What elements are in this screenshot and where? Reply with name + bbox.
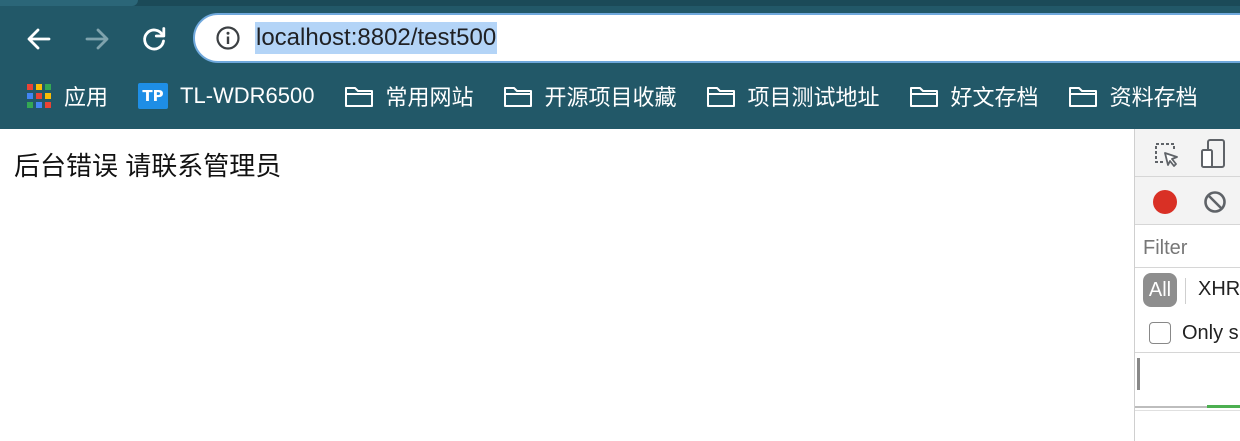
bookmark-label: 开源项目收藏	[544, 85, 677, 110]
arrow-left-icon	[27, 28, 51, 50]
type-filter-xhr[interactable]: XHR	[1198, 278, 1240, 301]
inspect-element-icon[interactable]	[1153, 141, 1179, 167]
folder-icon	[344, 87, 373, 107]
forward-button[interactable]	[80, 22, 114, 56]
folder-icon	[909, 87, 938, 107]
device-toolbar-icon[interactable]	[1199, 138, 1227, 170]
reload-icon	[143, 27, 166, 51]
bookmarks-bar: 应用 TP TL-WDR6500 常用网站 开源项目收藏 项目测试地址 好文存档…	[0, 74, 1198, 118]
bookmark-label: 常用网站	[385, 85, 474, 110]
overview-marker	[1137, 358, 1140, 390]
overview-timeline-bar	[1207, 405, 1240, 408]
bookmark-tl-wdr6500[interactable]: TP TL-WDR6500	[138, 74, 315, 118]
bookmark-label: 应用	[64, 85, 109, 110]
bookmark-folder-materials[interactable]: 资料存档	[1068, 74, 1198, 118]
bookmark-folder-common-sites[interactable]: 常用网站	[344, 74, 474, 118]
only-checkbox[interactable]	[1149, 322, 1171, 344]
bookmark-folder-open-source[interactable]: 开源项目收藏	[503, 74, 677, 118]
bookmark-label: 好文存档	[950, 85, 1039, 110]
network-overview	[1135, 353, 1240, 441]
bookmark-folder-test-urls[interactable]: 项目测试地址	[706, 74, 880, 118]
bookmark-label: TL-WDR6500	[180, 83, 315, 108]
reload-button[interactable]	[137, 22, 171, 56]
active-tab[interactable]	[0, 0, 138, 6]
bookmark-label: 资料存档	[1109, 85, 1198, 110]
only-label: Only s	[1182, 322, 1239, 344]
bookmark-label: 项目测试地址	[747, 85, 880, 110]
record-button[interactable]	[1153, 190, 1177, 214]
clear-icon[interactable]	[1203, 190, 1227, 214]
type-separator	[1185, 278, 1186, 304]
folder-icon	[503, 87, 532, 107]
type-filter-all[interactable]: All	[1143, 273, 1177, 307]
address-bar[interactable]: localhost:8802/test500	[193, 13, 1240, 63]
folder-icon	[1068, 87, 1097, 107]
tp-link-logo: TP	[138, 83, 169, 109]
bookmark-folder-articles[interactable]: 好文存档	[909, 74, 1039, 118]
filter-input[interactable]	[1143, 233, 1240, 263]
overview-timeline-bar	[1135, 406, 1207, 408]
arrow-right-icon	[85, 28, 109, 50]
url-text[interactable]: localhost:8802/test500	[255, 22, 498, 54]
divider	[1135, 410, 1240, 411]
browser-chrome: localhost:8802/test500 应用 TP TL-WDR6500 …	[0, 0, 1240, 129]
apps-grid-icon	[26, 83, 52, 109]
bookmark-apps[interactable]: 应用	[26, 74, 108, 118]
tab-strip	[0, 0, 1240, 6]
site-info-icon[interactable]	[215, 25, 241, 51]
back-button[interactable]	[22, 22, 56, 56]
folder-icon	[706, 87, 735, 107]
error-message: 后台错误 请联系管理员	[14, 151, 282, 181]
devtools-panel: All XHR Only s	[1134, 129, 1240, 441]
